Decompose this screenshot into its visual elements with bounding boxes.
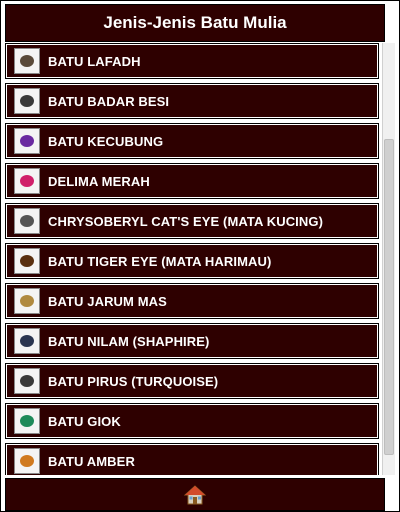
list-item[interactable]: DELIMA MERAH (5, 163, 379, 199)
footer-bar (5, 478, 385, 511)
list-item[interactable]: BATU PIRUS (TURQUOISE) (5, 363, 379, 399)
list-item[interactable]: BATU GIOK (5, 403, 379, 439)
list-item[interactable]: BATU LAFADH (5, 43, 379, 79)
list-item-label: BATU TIGER EYE (MATA HARIMAU) (48, 253, 272, 269)
list-item-label: BATU BADAR BESI (48, 93, 170, 109)
list-item[interactable]: BATU BADAR BESI (5, 83, 379, 119)
stone-delima-icon (14, 168, 40, 194)
list-item-label: BATU NILAM (SHAPHIRE) (48, 333, 210, 349)
list-item[interactable]: BATU NILAM (SHAPHIRE) (5, 323, 379, 359)
list-item-label: BATU LAFADH (48, 53, 141, 69)
gem-list: BATU LAFADH BATU BADAR BESI BATU KECUBUNG D… (5, 43, 379, 475)
stone-pirus-icon (14, 368, 40, 394)
home-button[interactable] (183, 483, 207, 507)
list-item[interactable]: CHRYSOBERYL CAT'S EYE (MATA KUCING) (5, 203, 379, 239)
list-item-label: BATU GIOK (48, 413, 121, 429)
stone-jarum-mas-icon (14, 288, 40, 314)
list-item-label: BATU AMBER (48, 453, 135, 469)
stone-tiger-eye-icon (14, 248, 40, 274)
stone-amber-icon (14, 448, 40, 474)
list-item-label: DELIMA MERAH (48, 173, 150, 189)
stone-kecubung-icon (14, 128, 40, 154)
scrollbar[interactable] (382, 43, 395, 475)
stone-chrysoberyl-icon (14, 208, 40, 234)
list-item-label: CHRYSOBERYL CAT'S EYE (MATA KUCING) (48, 213, 324, 229)
stone-nilam-icon (14, 328, 40, 354)
stone-badar-besi-icon (14, 88, 40, 114)
list-item[interactable]: BATU JARUM MAS (5, 283, 379, 319)
list-item-label: BATU PIRUS (TURQUOISE) (48, 373, 219, 389)
scrollbar-thumb[interactable] (384, 139, 394, 455)
list-item[interactable]: BATU AMBER (5, 443, 379, 475)
app-frame: Jenis-Jenis Batu Mulia BATU LAFADH BATU B… (0, 0, 400, 512)
page-title: Jenis-Jenis Batu Mulia (5, 4, 385, 42)
list-item-label: BATU KECUBUNG (48, 133, 164, 149)
home-icon (184, 484, 206, 504)
stone-giok-icon (14, 408, 40, 434)
list-item[interactable]: BATU TIGER EYE (MATA HARIMAU) (5, 243, 379, 279)
list-item[interactable]: BATU KECUBUNG (5, 123, 379, 159)
list-item-label: BATU JARUM MAS (48, 293, 167, 309)
stone-lafadh-icon (14, 48, 40, 74)
page-title-text: Jenis-Jenis Batu Mulia (103, 13, 287, 32)
